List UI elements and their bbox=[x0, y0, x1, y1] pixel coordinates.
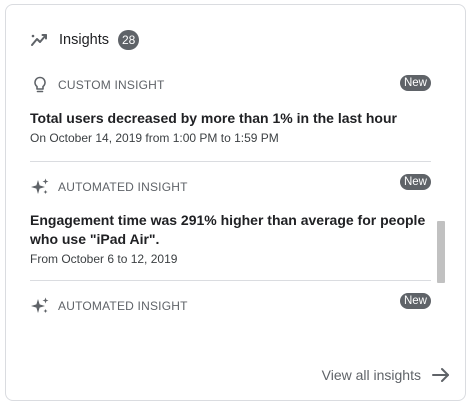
insight-type-label: CUSTOM INSIGHT bbox=[58, 78, 165, 92]
insight-date-range: On October 14, 2019 from 1:00 PM to 1:59… bbox=[30, 131, 279, 145]
sparkle-icon bbox=[30, 296, 50, 316]
new-badge: New bbox=[399, 174, 431, 190]
sparkle-icon bbox=[30, 177, 50, 197]
insight-item[interactable]: AUTOMATED INSIGHT New Engagement time wa… bbox=[30, 174, 431, 266]
insight-headline[interactable]: Total users decreased by more than 1% in… bbox=[30, 109, 431, 128]
view-all-insights-link[interactable]: View all insights bbox=[322, 364, 451, 386]
list-scrollbar[interactable] bbox=[437, 221, 445, 283]
insight-type-label: AUTOMATED INSIGHT bbox=[58, 299, 188, 313]
card-title: Insights bbox=[59, 32, 109, 48]
view-all-label: View all insights bbox=[321, 367, 421, 383]
arrow-right-icon bbox=[431, 365, 451, 385]
insight-type-row: CUSTOM INSIGHT bbox=[30, 75, 431, 95]
insight-type-row: AUTOMATED INSIGHT bbox=[30, 177, 431, 197]
divider bbox=[30, 161, 431, 162]
insights-card: Insights 28 CUSTOM INSIGHT New Total use… bbox=[5, 4, 466, 401]
lightbulb-icon bbox=[30, 75, 50, 95]
insight-date-range: From October 6 to 12, 2019 bbox=[30, 252, 178, 266]
insight-type-row: AUTOMATED INSIGHT bbox=[30, 296, 431, 316]
insights-list[interactable]: CUSTOM INSIGHT New Total users decreased… bbox=[6, 63, 465, 333]
insight-headline[interactable]: Engagement time was 291% higher than ave… bbox=[30, 211, 431, 249]
insight-item[interactable]: CUSTOM INSIGHT New Total users decreased… bbox=[30, 75, 431, 145]
trending-line-icon bbox=[30, 30, 50, 50]
insight-item[interactable]: AUTOMATED INSIGHT New bbox=[30, 293, 431, 316]
insights-count-badge: 28 bbox=[117, 30, 140, 50]
card-header: Insights 28 bbox=[30, 29, 140, 51]
divider bbox=[30, 280, 431, 281]
insight-type-label: AUTOMATED INSIGHT bbox=[58, 180, 188, 194]
new-badge: New bbox=[399, 293, 431, 309]
new-badge: New bbox=[399, 75, 431, 91]
